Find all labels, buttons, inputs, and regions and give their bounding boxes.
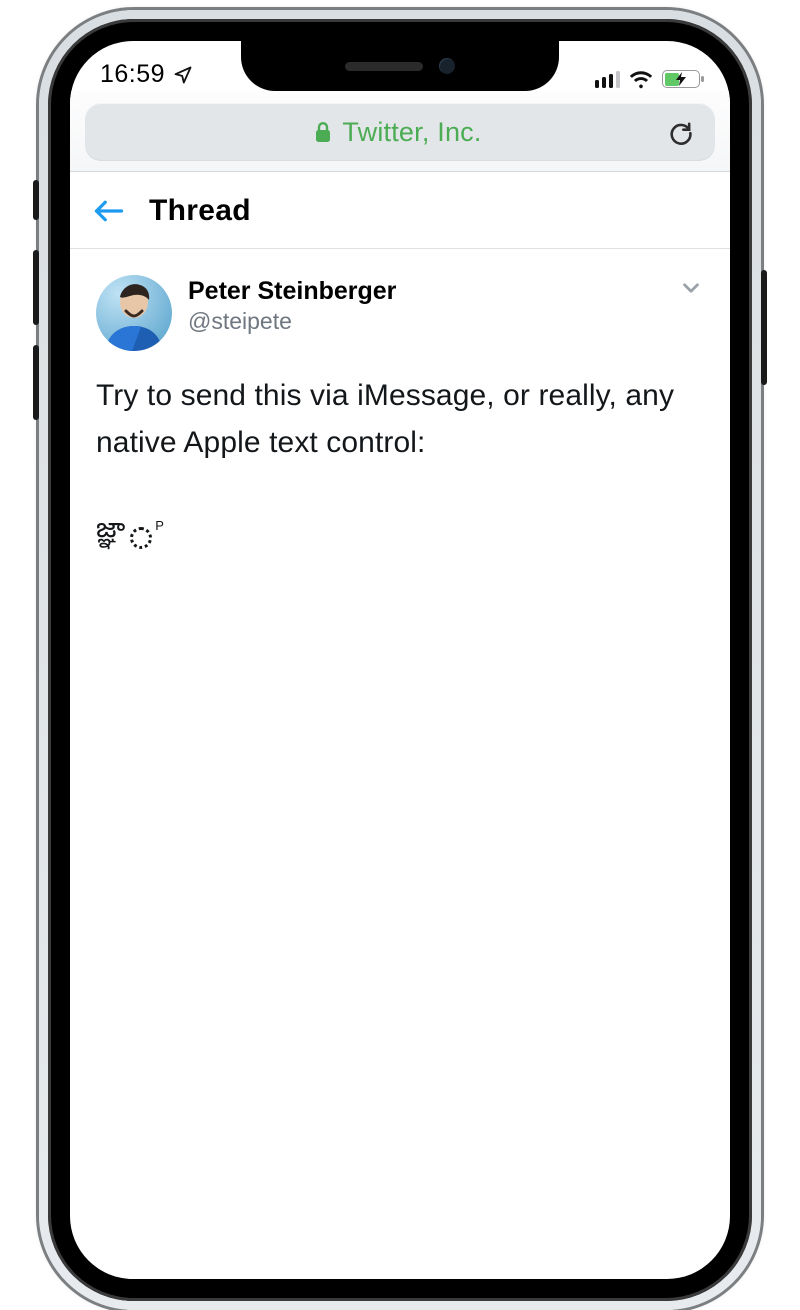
volume-up-button[interactable] xyxy=(33,250,39,325)
author-handle: @steipete xyxy=(188,308,396,335)
iphone-rim: 16:59 xyxy=(48,19,752,1301)
back-arrow-icon[interactable] xyxy=(94,198,124,224)
address-bar[interactable]: Twitter, Inc. xyxy=(85,103,715,161)
battery-icon xyxy=(662,70,700,88)
author-name: Peter Steinberger xyxy=(188,277,396,306)
page-header: Thread xyxy=(70,172,730,249)
status-left: 16:59 xyxy=(100,60,193,89)
status-right xyxy=(595,69,701,89)
tweet-special-chars: జ్ఞ‌ా P xyxy=(96,512,704,551)
wifi-icon xyxy=(628,69,654,89)
address-label: Twitter, Inc. xyxy=(129,117,667,148)
notch xyxy=(241,41,559,91)
iphone-frame: 16:59 xyxy=(39,10,761,1310)
front-camera xyxy=(439,58,455,74)
telugu-char: జ్ఞ‌ా xyxy=(96,512,125,551)
avatar[interactable] xyxy=(96,275,172,351)
power-button[interactable] xyxy=(761,270,767,385)
screen: 16:59 xyxy=(70,41,730,1279)
tweet-header: Peter Steinberger @steipete xyxy=(96,275,704,351)
tweet: Peter Steinberger @steipete Try to send … xyxy=(70,249,730,551)
chevron-down-icon[interactable] xyxy=(678,275,704,301)
superscript-mark: P xyxy=(155,518,164,533)
page-title: Thread xyxy=(149,194,251,228)
tweet-text: Try to send this via iMessage, or really… xyxy=(96,373,704,466)
silence-switch[interactable] xyxy=(33,180,39,220)
lock-icon xyxy=(314,121,332,143)
location-arrow-icon xyxy=(173,65,193,85)
site-name: Twitter, Inc. xyxy=(342,117,481,148)
charging-bolt-icon xyxy=(663,71,699,87)
volume-down-button[interactable] xyxy=(33,345,39,420)
speaker-grille xyxy=(345,62,423,71)
author[interactable]: Peter Steinberger @steipete xyxy=(188,277,396,335)
browser-chrome: Twitter, Inc. xyxy=(70,91,730,172)
cellular-signal-icon xyxy=(595,71,621,88)
reload-icon[interactable] xyxy=(667,118,695,146)
dotted-circle-icon xyxy=(130,527,152,549)
clock: 16:59 xyxy=(100,60,165,89)
